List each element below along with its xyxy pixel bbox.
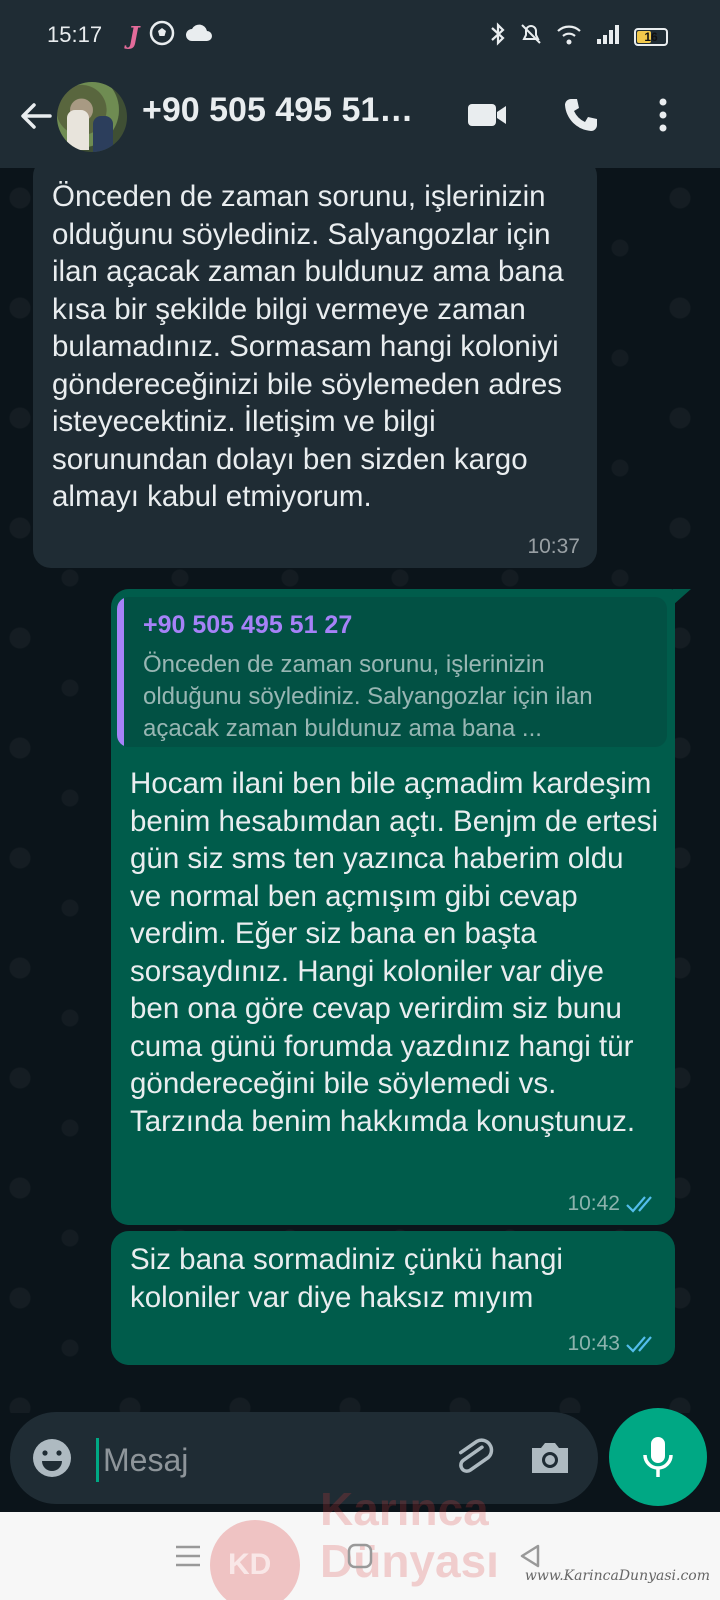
incoming-message[interactable]: Önceden de zaman sorunu, işlerinizin old… xyxy=(33,168,597,568)
signal-icon xyxy=(596,23,620,50)
bubble-tail xyxy=(673,589,691,605)
soccer-ball-icon xyxy=(149,20,175,51)
battery-level: 16 xyxy=(644,29,658,44)
system-navigation-bar: KD Karınca Dünyası www.KarincaDunyasi.co… xyxy=(0,1483,720,1600)
avatar[interactable] xyxy=(57,82,127,152)
message-input[interactable] xyxy=(96,1438,416,1482)
message-composer xyxy=(10,1412,598,1504)
quote-bar xyxy=(117,597,124,747)
message-text: Hocam ilani ben bile açmadim kardeşim be… xyxy=(130,767,659,1138)
watermark-logo-text: KD xyxy=(228,1548,272,1581)
message-text: Önceden de zaman sorunu, işlerinizin old… xyxy=(52,180,564,513)
recent-apps-icon[interactable] xyxy=(164,1532,212,1580)
wifi-icon xyxy=(556,23,582,50)
read-ticks-icon xyxy=(626,1196,652,1213)
home-icon[interactable] xyxy=(336,1532,384,1580)
watermark-logo: KD xyxy=(210,1520,300,1600)
quote-text: Önceden de zaman sorunu, işlerinizin old… xyxy=(143,651,593,742)
outgoing-message[interactable]: Siz bana sormadiniz çünkü hangi kolonile… xyxy=(111,1231,675,1365)
quoted-message[interactable]: +90 505 495 51 27 Önceden de zaman sorun… xyxy=(117,597,667,747)
outgoing-message[interactable]: +90 505 495 51 27 Önceden de zaman sorun… xyxy=(111,589,675,1225)
status-time: 15:17 xyxy=(47,22,103,47)
message-time: 10:43 xyxy=(567,1332,620,1355)
chat-header: +90 505 495 51… xyxy=(0,70,720,168)
attach-icon[interactable] xyxy=(450,1434,498,1482)
watermark-title-line1: Karınca xyxy=(320,1483,489,1535)
cloud-icon xyxy=(185,23,213,48)
mute-icon xyxy=(520,22,542,51)
message-time: 10:37 xyxy=(527,535,580,558)
video-call-icon[interactable] xyxy=(462,90,512,140)
voice-call-icon[interactable] xyxy=(556,90,606,140)
message-time: 10:42 xyxy=(567,1192,620,1215)
bluetooth-icon xyxy=(490,22,506,51)
contact-name[interactable]: +90 505 495 51… xyxy=(142,91,432,130)
emoji-icon[interactable] xyxy=(30,1436,74,1480)
notification-j-icon: J xyxy=(128,21,140,50)
mic-button[interactable] xyxy=(609,1408,707,1506)
watermark-url: www.KarincaDunyasi.com xyxy=(524,1568,710,1584)
battery-icon: 16 xyxy=(634,27,668,46)
quote-author: +90 505 495 51 27 xyxy=(143,611,353,639)
message-text: Siz bana sormadiniz çünkü hangi kolonile… xyxy=(130,1243,563,1314)
chat-area[interactable]: Önceden de zaman sorunu, işlerinizin old… xyxy=(0,168,720,1413)
read-ticks-icon xyxy=(626,1336,652,1353)
more-options-icon[interactable] xyxy=(638,90,688,140)
back-arrow-icon[interactable] xyxy=(14,94,58,138)
status-bar: 15:17 J 16 xyxy=(0,0,720,70)
camera-icon[interactable] xyxy=(526,1434,574,1482)
mic-icon xyxy=(643,1437,673,1477)
